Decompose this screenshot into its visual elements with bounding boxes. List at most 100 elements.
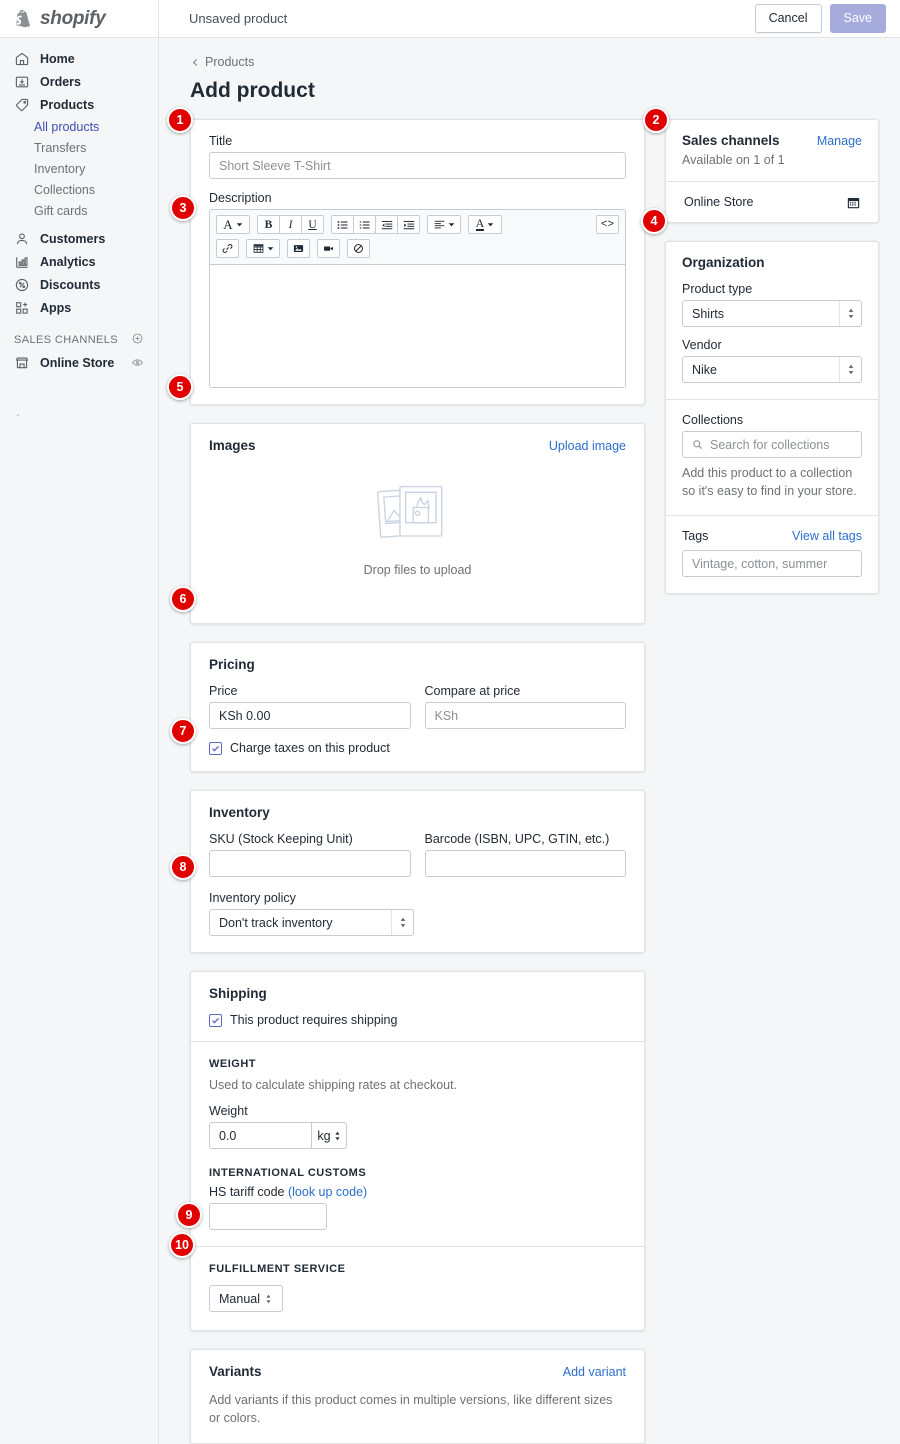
video-group [317,239,340,258]
sidebar-subitem-gift-cards[interactable]: Gift cards [0,201,158,221]
insert-video-button[interactable] [317,239,340,258]
vendor-value: Nike [692,363,717,377]
insert-link-button[interactable] [216,239,239,258]
breadcrumb[interactable]: Products [190,55,900,69]
shopify-brand[interactable]: shopify [0,0,159,38]
indent-button[interactable] [397,215,420,234]
sidebar-item-apps[interactable]: Apps [6,297,152,318]
bold-button[interactable]: B [257,215,280,234]
add-sales-channel-icon[interactable] [131,332,144,348]
channel-name: Online Store [684,195,753,209]
sidebar-item-customers[interactable]: Customers [6,228,152,249]
annotation-badge-5: 5 [167,374,193,400]
product-type-value: Shirts [692,307,724,321]
requires-shipping-checkbox[interactable] [209,1014,222,1027]
sidebar-item-label: Products [40,98,94,112]
barcode-input[interactable] [425,850,627,877]
sidebar-collapse-indicator: - [16,407,158,421]
description-rich-text-editor[interactable]: A B I U [209,209,626,388]
vendor-select[interactable]: Nike [682,356,862,383]
product-type-select[interactable]: Shirts [682,300,862,327]
collections-search-input[interactable]: Search for collections [682,431,862,458]
sidebar-item-products[interactable]: Products [6,94,152,115]
top-bar: shopify Unsaved product Cancel Save [0,0,900,38]
two-column-layout: Title Short Sleeve T-Shirt Description A [159,103,900,1444]
outdent-button[interactable] [375,215,398,234]
insert-table-dropdown[interactable] [246,239,280,258]
sidebar-subitem-all-products[interactable]: All products [0,117,158,137]
sidebar-item-analytics[interactable]: Analytics [6,251,152,272]
shipping-card: Shipping This product requires shipping … [190,971,645,1331]
channel-row-online-store[interactable]: Online Store [666,182,878,222]
charge-taxes-row[interactable]: Charge taxes on this product [209,741,626,755]
fulfillment-service-select[interactable]: Manual [209,1285,283,1312]
font-a-glyph: A [223,217,232,233]
title-input[interactable]: Short Sleeve T-Shirt [209,152,626,179]
charge-taxes-checkbox[interactable] [209,742,222,755]
document-title: Unsaved product [189,11,287,26]
calendar-icon[interactable] [847,196,860,209]
hs-tariff-input[interactable] [209,1203,327,1230]
italic-button[interactable]: I [279,215,302,234]
editor-toolbar-row-2 [216,239,619,258]
eye-icon[interactable] [131,356,144,369]
font-family-dropdown[interactable]: A [216,215,250,234]
code-group: <> [596,215,619,234]
compare-at-price-input[interactable]: KSh [425,702,627,729]
barcode-field-group: Barcode (ISBN, UPC, GTIN, etc.) [425,832,627,877]
hs-lookup-code-link[interactable]: (look up code) [288,1185,367,1199]
sidebar-item-discounts[interactable]: Discounts [6,274,152,295]
sidebar-item-online-store[interactable]: Online Store [6,352,152,373]
annotation-badge-1: 1 [167,107,193,133]
breadcrumb-label: Products [205,55,254,69]
hs-tariff-label-row: HS tariff code (look up code) [209,1185,626,1199]
orders-icon [14,74,30,90]
organization-card-title: Organization [682,255,862,270]
sidebar-subitem-transfers[interactable]: Transfers [0,138,158,158]
text-color-dropdown[interactable]: A [468,215,502,234]
sku-input[interactable] [209,850,411,877]
numbered-list-button[interactable] [353,215,376,234]
sidebar-item-home[interactable]: Home [6,48,152,69]
clear-formatting-button[interactable] [347,239,370,258]
sku-field-group: SKU (Stock Keeping Unit) [209,832,411,877]
upload-image-link[interactable]: Upload image [549,439,626,453]
list-indent-group [331,215,420,234]
compare-at-price-label: Compare at price [425,684,627,698]
price-input[interactable]: KSh 0.00 [209,702,411,729]
bulleted-list-button[interactable] [331,215,354,234]
primary-column: Title Short Sleeve T-Shirt Description A [190,119,645,1444]
manage-channels-link[interactable]: Manage [817,134,862,148]
sidebar-item-label: Discounts [40,278,100,292]
tags-input[interactable]: Vintage, cotton, summer [682,550,862,577]
chevron-down-icon [448,221,455,228]
storefront-icon [14,355,30,371]
view-all-tags-link[interactable]: View all tags [792,529,862,543]
save-button-top[interactable]: Save [830,4,887,32]
compare-price-field-group: Compare at price KSh [425,684,627,729]
insert-image-button[interactable] [287,239,310,258]
weight-unit-select[interactable]: kg [311,1122,347,1149]
image-dropzone[interactable]: Drop files to upload [209,453,626,607]
cancel-button-top[interactable]: Cancel [755,4,822,32]
annotation-badge-8: 8 [170,854,196,880]
align-group [427,215,461,234]
inventory-policy-select[interactable]: Don't track inventory [209,909,414,936]
requires-shipping-row[interactable]: This product requires shipping [209,1013,626,1027]
shopify-admin-add-product-screen: shopify Unsaved product Cancel Save Home [0,0,900,1444]
sales-channels-card-title: Sales channels [682,133,780,148]
sidebar-item-orders[interactable]: Orders [6,71,152,92]
chevron-left-icon [190,57,201,68]
sidebar-subitem-collections[interactable]: Collections [0,180,158,200]
code-view-button[interactable]: <> [596,215,619,234]
annotation-badge-6: 6 [170,586,196,612]
chevron-down-icon [267,245,274,252]
weight-input[interactable]: 0.0 [209,1122,311,1149]
underline-button[interactable]: U [301,215,324,234]
add-variant-link[interactable]: Add variant [563,1365,626,1379]
align-dropdown[interactable] [427,215,461,234]
sidebar-subitem-inventory[interactable]: Inventory [0,159,158,179]
description-editor-body[interactable] [210,265,625,387]
annotation-badge-2: 2 [643,107,669,133]
editor-toolbar: A B I U [210,210,625,265]
